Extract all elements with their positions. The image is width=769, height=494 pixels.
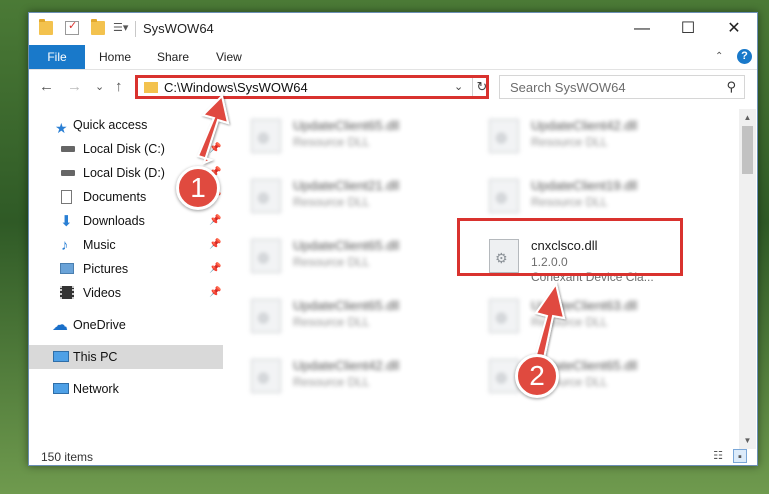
- annotation-arrows: [196, 94, 566, 361]
- arrow-2-icon: [534, 281, 566, 361]
- arrow-1-icon: [196, 94, 230, 165]
- step-1-badge: 1: [176, 166, 220, 210]
- step-2-badge: 2: [515, 354, 559, 398]
